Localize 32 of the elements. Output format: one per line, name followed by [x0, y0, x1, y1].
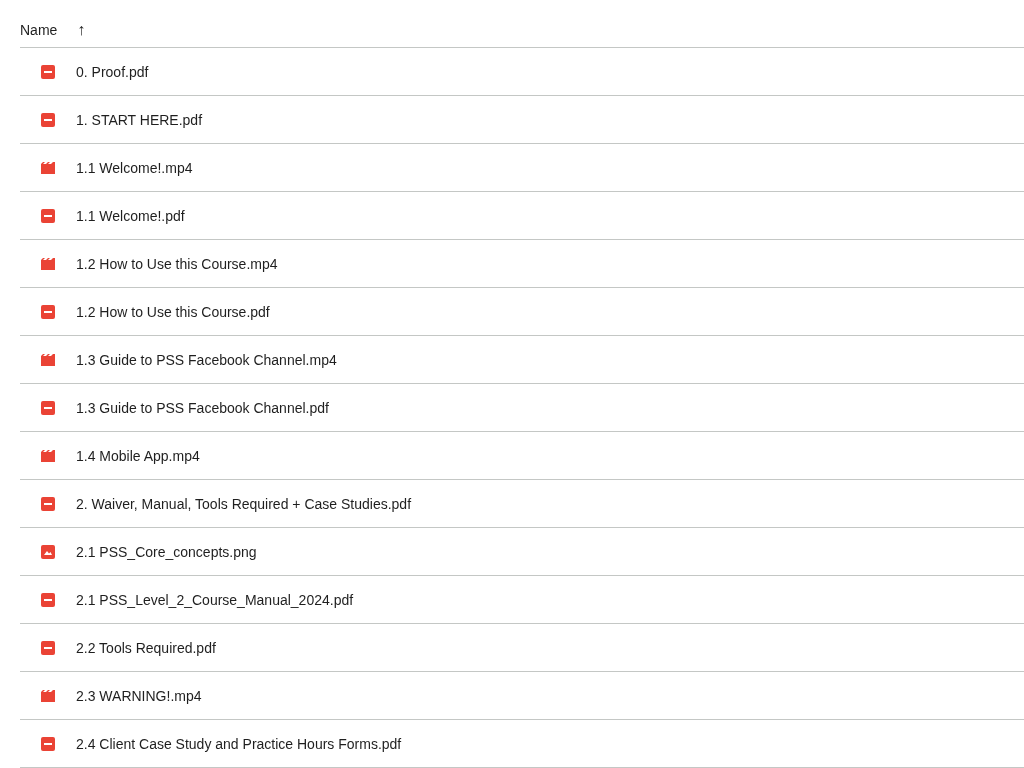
file-name[interactable]: 2.3 WARNING!.mp4 — [76, 687, 202, 704]
column-header[interactable]: Name — [20, 21, 58, 38]
pdf-file-icon — [40, 399, 56, 416]
file-name[interactable]: 1.3 Guide to PSS Facebook Channel.pdf — [76, 399, 329, 416]
pdf-file-icon — [40, 111, 56, 128]
video-file-icon — [40, 159, 56, 176]
pdf-file-icon — [40, 495, 56, 512]
pdf-file-icon — [40, 735, 56, 752]
pdf-file-icon — [40, 63, 56, 80]
file-name[interactable]: 2.1 PSS_Core_concepts.png — [76, 543, 257, 560]
video-file-icon — [40, 447, 56, 464]
file-name[interactable]: 1.3 Guide to PSS Facebook Channel.mp4 — [76, 351, 337, 368]
file-name[interactable]: 0. Proof.pdf — [76, 63, 149, 80]
file-name[interactable]: 2.2 Tools Required.pdf — [76, 639, 216, 656]
pdf-file-icon — [40, 591, 56, 608]
file-name[interactable]: 2.4 Client Case Study and Practice Hours Forms.pdf — [76, 735, 402, 752]
file-name[interactable]: 1. START HERE.pdf — [76, 111, 203, 128]
image-file-icon — [40, 543, 56, 560]
sort-arrow[interactable]: ↑ — [77, 20, 86, 39]
file-name[interactable]: 2. Waiver, Manual, Tools Required + Case Studies.pdf — [76, 495, 411, 512]
file-name[interactable]: 1.2 How to Use this Course.pdf — [76, 303, 270, 320]
file-name[interactable]: 1.4 Mobile App.mp4 — [76, 447, 200, 464]
pdf-file-icon — [40, 303, 56, 320]
file-name[interactable]: 2.1 PSS_Level_2_Course_Manual_2024.pdf — [76, 591, 354, 608]
video-file-icon — [40, 255, 56, 272]
file-name[interactable]: 1.2 How to Use this Course.mp4 — [76, 255, 278, 272]
pdf-file-icon — [40, 639, 56, 656]
file-name[interactable]: 1.1 Welcome!.pdf — [76, 207, 185, 224]
pdf-file-icon — [40, 207, 56, 224]
video-file-icon — [40, 351, 56, 368]
video-file-icon — [40, 687, 56, 704]
file-name[interactable]: 1.1 Welcome!.mp4 — [76, 159, 193, 176]
